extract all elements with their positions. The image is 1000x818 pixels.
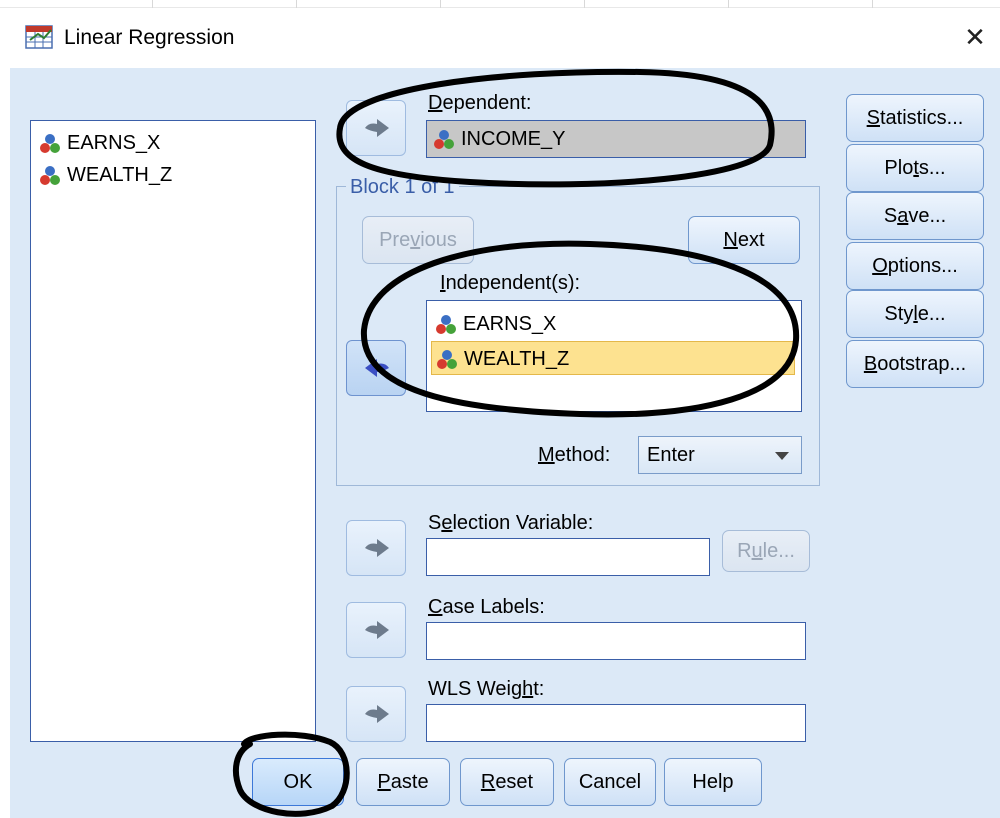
- dependent-label: Dependent:: [428, 92, 532, 114]
- list-item[interactable]: EARNS_X: [39, 129, 160, 157]
- block-title: Block 1 of 1: [346, 176, 459, 199]
- move-from-independents-button[interactable]: [346, 340, 406, 396]
- arrow-right-icon: [365, 705, 389, 723]
- ok-button[interactable]: OK: [252, 758, 344, 806]
- arrow-right-icon: [365, 539, 389, 557]
- list-item[interactable]: WEALTH_Z: [39, 161, 172, 189]
- reset-button[interactable]: Reset: [460, 758, 554, 806]
- rule-button[interactable]: Rule...: [722, 530, 810, 572]
- bootstrap-button[interactable]: Bootstrap...: [846, 340, 984, 388]
- wls-weight-field[interactable]: [426, 704, 806, 742]
- save-button[interactable]: Save...: [846, 192, 984, 240]
- paste-button[interactable]: Paste: [356, 758, 450, 806]
- selection-variable-field[interactable]: [426, 538, 710, 576]
- variable-label: WEALTH_Z: [464, 348, 570, 370]
- variable-label: EARNS_X: [67, 132, 161, 154]
- arrow-left-icon: [365, 359, 389, 377]
- move-to-case-labels-button[interactable]: [346, 602, 406, 658]
- nominal-variable-icon: [436, 314, 456, 334]
- dependent-value: INCOME_Y: [461, 128, 566, 150]
- selection-variable-label: Selection Variable:: [428, 512, 594, 534]
- independents-label: Independent(s):: [440, 272, 581, 294]
- move-to-wls-weight-button[interactable]: [346, 686, 406, 742]
- method-label: Method:: [538, 444, 611, 466]
- variable-label: WEALTH_Z: [67, 164, 173, 186]
- nominal-variable-icon: [40, 165, 60, 185]
- cancel-button[interactable]: Cancel: [564, 758, 656, 806]
- options-button[interactable]: Options...: [846, 242, 984, 290]
- window-title: Linear Regression: [64, 26, 235, 49]
- move-to-selection-variable-button[interactable]: [346, 520, 406, 576]
- previous-button[interactable]: Previous: [362, 216, 474, 264]
- plots-button[interactable]: Plots...: [846, 144, 984, 192]
- move-to-dependent-button[interactable]: [346, 100, 406, 156]
- statistics-button[interactable]: Statistics...: [846, 94, 984, 142]
- case-labels-field[interactable]: [426, 622, 806, 660]
- source-variable-list[interactable]: EARNS_X WEALTH_Z: [30, 120, 316, 742]
- variable-label: EARNS_X: [463, 313, 557, 335]
- method-value: Enter: [647, 444, 695, 466]
- style-button[interactable]: Style...: [846, 290, 984, 338]
- next-button[interactable]: Next: [688, 216, 800, 264]
- list-item[interactable]: EARNS_X: [431, 307, 795, 341]
- wls-weight-label: WLS Weight:: [428, 678, 545, 700]
- case-labels-label: Case Labels:: [428, 596, 545, 618]
- dependent-field[interactable]: INCOME_Y: [426, 120, 806, 158]
- background-window-strip: [0, 0, 1000, 8]
- arrow-right-icon: [365, 621, 389, 639]
- close-icon[interactable]: ✕: [958, 20, 992, 54]
- nominal-variable-icon: [434, 129, 454, 149]
- nominal-variable-icon: [40, 133, 60, 153]
- chevron-down-icon: [775, 452, 789, 460]
- linear-regression-app-icon: [24, 22, 54, 52]
- independents-list[interactable]: EARNS_X WEALTH_Z: [426, 300, 802, 412]
- list-item-selected[interactable]: WEALTH_Z: [431, 341, 795, 375]
- arrow-right-icon: [365, 119, 389, 137]
- nominal-variable-icon: [437, 349, 457, 369]
- help-button[interactable]: Help: [664, 758, 762, 806]
- method-dropdown[interactable]: Enter: [638, 436, 802, 474]
